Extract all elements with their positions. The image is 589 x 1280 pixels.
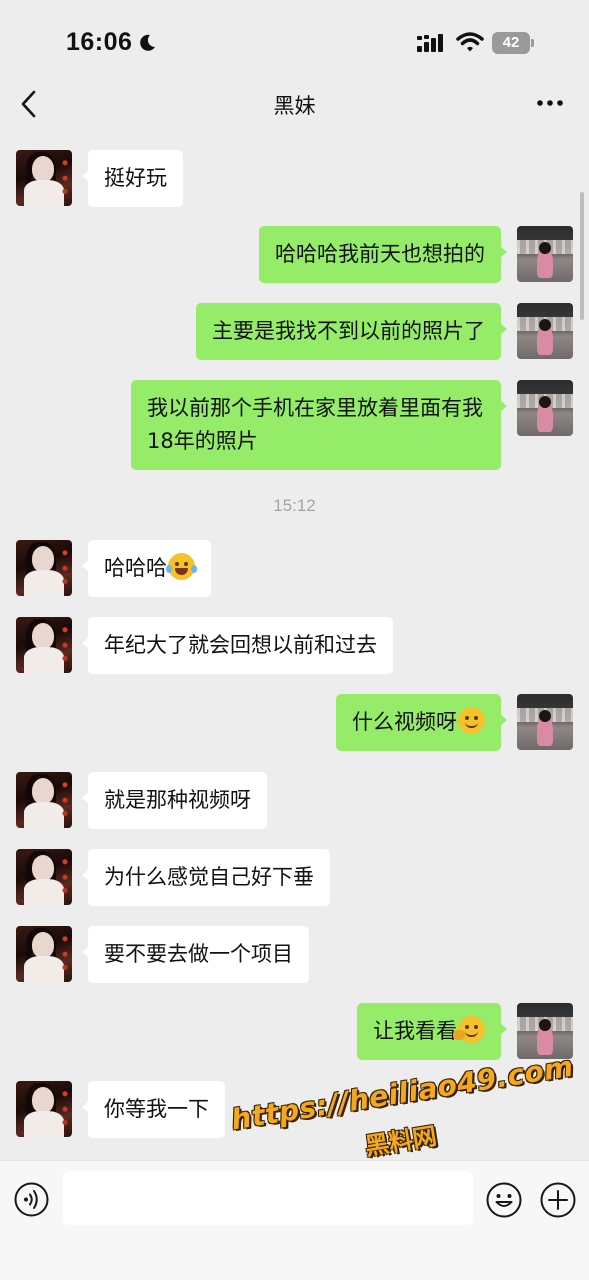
message-bubble[interactable]: 年纪大了就会回想以前和过去 xyxy=(82,617,393,674)
message-text: 让我看看 xyxy=(373,1019,457,1043)
message-text: 挺好玩 xyxy=(104,166,167,190)
message-text: 哈哈哈 xyxy=(104,556,167,580)
message-text: 主要是我找不到以前的照片了 xyxy=(212,319,485,343)
contact-avatar[interactable] xyxy=(16,772,72,828)
status-bar: 16:06 42 xyxy=(0,0,589,80)
message-bubble[interactable]: 你等我一下 xyxy=(82,1081,225,1138)
message-bubble[interactable]: 什么视频呀 xyxy=(336,694,507,751)
my-avatar[interactable] xyxy=(517,226,573,282)
moon-icon xyxy=(140,34,155,51)
message-text: 年纪大了就会回想以前和过去 xyxy=(104,633,377,657)
message-text: 为什么感觉自己好下垂 xyxy=(104,865,314,889)
smile-emoji-icon xyxy=(458,707,485,734)
signal-icon xyxy=(417,34,443,52)
message-list: 挺好玩 哈哈哈我前天也想拍的 主要是我找不到以前的照片了 我以前那个手机在家里放… xyxy=(0,130,589,1160)
message-bubble[interactable]: 为什么感觉自己好下垂 xyxy=(82,849,330,906)
my-avatar[interactable] xyxy=(517,694,573,750)
contact-avatar[interactable] xyxy=(16,540,72,596)
my-avatar[interactable] xyxy=(517,1003,573,1059)
message-bubble[interactable]: 哈哈哈 xyxy=(82,540,211,597)
contact-avatar[interactable] xyxy=(16,849,72,905)
more-icon[interactable] xyxy=(536,98,564,108)
message-text: 要不要去做一个项目 xyxy=(104,942,293,966)
message-bubble[interactable]: 哈哈哈我前天也想拍的 xyxy=(259,226,507,283)
message-text: 就是那种视频呀 xyxy=(104,788,251,812)
status-time: 16:06 xyxy=(66,28,133,56)
message-text: 哈哈哈我前天也想拍的 xyxy=(275,242,485,266)
contact-avatar[interactable] xyxy=(16,150,72,206)
contact-avatar[interactable] xyxy=(16,926,72,982)
message-text: 你等我一下 xyxy=(104,1097,209,1121)
voice-icon[interactable] xyxy=(14,1182,49,1217)
my-avatar[interactable] xyxy=(517,303,573,359)
message-timestamp: 15:12 xyxy=(273,496,316,515)
wink-emoji-icon xyxy=(453,1016,485,1043)
message-bubble[interactable]: 我以前那个手机在家里放着里面有我18年的照片 xyxy=(131,380,507,470)
laughing-tears-emoji-icon xyxy=(166,553,197,580)
contact-avatar[interactable] xyxy=(16,1081,72,1137)
chat-header: 黑妹 xyxy=(0,80,589,130)
contact-avatar[interactable] xyxy=(16,617,72,673)
emoji-icon[interactable] xyxy=(486,1182,522,1218)
chat-title: 黑妹 xyxy=(273,94,316,118)
message-bubble[interactable]: 要不要去做一个项目 xyxy=(82,926,309,983)
message-bubble[interactable]: 就是那种视频呀 xyxy=(82,772,267,829)
battery-level: 42 xyxy=(492,32,530,54)
wifi-icon xyxy=(456,32,484,52)
plus-icon[interactable] xyxy=(540,1182,576,1218)
message-bubble[interactable]: 主要是我找不到以前的照片了 xyxy=(196,303,507,360)
battery-icon: 42 xyxy=(492,32,534,54)
message-text: 我以前那个手机在家里放着里面有我18年的照片 xyxy=(147,396,483,453)
message-input[interactable] xyxy=(63,1171,473,1225)
message-bubble[interactable]: 挺好玩 xyxy=(82,150,183,207)
message-text: 什么视频呀 xyxy=(352,710,457,734)
message-bubble[interactable]: 让我看看 xyxy=(357,1003,507,1060)
input-bar xyxy=(0,1160,589,1280)
my-avatar[interactable] xyxy=(517,380,573,436)
